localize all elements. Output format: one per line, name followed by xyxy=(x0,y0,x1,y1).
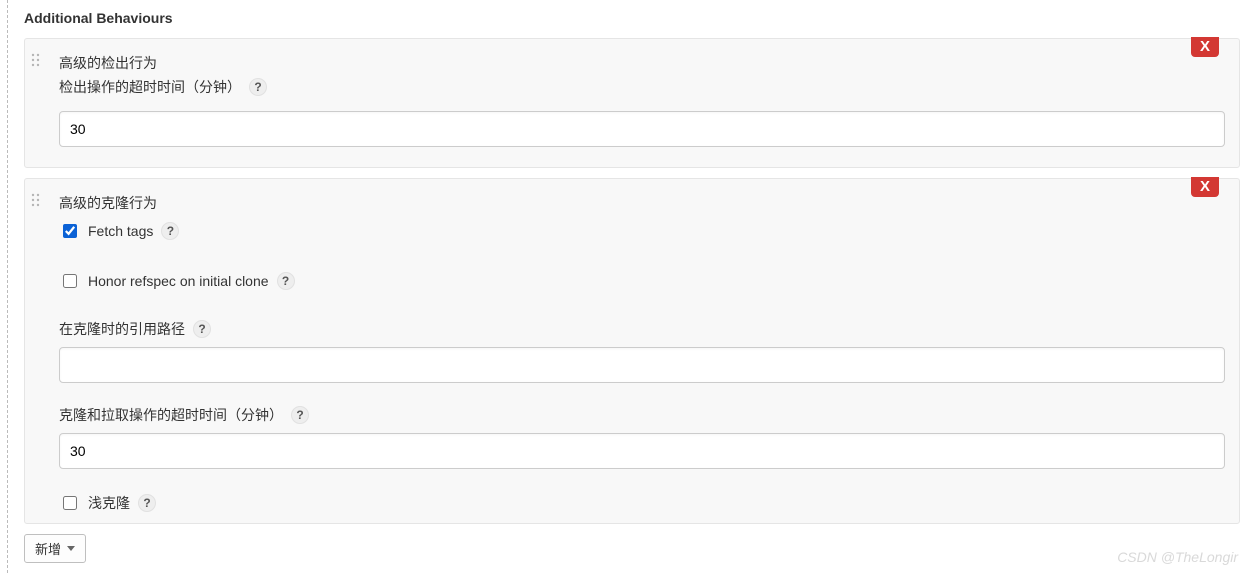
honor-refspec-checkbox[interactable] xyxy=(63,274,77,288)
help-icon[interactable]: ? xyxy=(138,494,156,512)
section-left-guideline xyxy=(7,0,8,573)
help-icon[interactable]: ? xyxy=(249,78,267,96)
behaviour-panel-clone: X 高级的克隆行为 Fetch tags ? Honor refspec on … xyxy=(24,178,1240,524)
remove-behaviour-button[interactable]: X xyxy=(1191,177,1219,197)
add-behaviour-button[interactable]: 新增 xyxy=(24,534,86,563)
behaviour-panel-checkout: X 高级的检出行为 检出操作的超时时间（分钟） ? xyxy=(24,38,1240,168)
remove-behaviour-button[interactable]: X xyxy=(1191,37,1219,57)
panel-heading-clone: 高级的克隆行为 xyxy=(59,193,1225,213)
clone-timeout-label: 克隆和拉取操作的超时时间（分钟） xyxy=(59,405,283,425)
chevron-down-icon xyxy=(67,546,75,551)
help-icon[interactable]: ? xyxy=(291,406,309,424)
drag-handle-icon[interactable] xyxy=(31,53,40,67)
refpath-input[interactable] xyxy=(59,347,1225,383)
drag-handle-icon[interactable] xyxy=(31,193,40,207)
refpath-label: 在克隆时的引用路径 xyxy=(59,319,185,339)
section-title: Additional Behaviours xyxy=(24,10,1240,26)
help-icon[interactable]: ? xyxy=(161,222,179,240)
add-button-label: 新增 xyxy=(35,539,61,558)
panel-heading-checkout: 高级的检出行为 xyxy=(59,53,1225,73)
clone-timeout-input[interactable] xyxy=(59,433,1225,469)
help-icon[interactable]: ? xyxy=(277,272,295,290)
fetch-tags-label: Fetch tags xyxy=(88,223,153,239)
checkout-timeout-input[interactable] xyxy=(59,111,1225,147)
checkout-timeout-label: 检出操作的超时时间（分钟） xyxy=(59,77,241,97)
help-icon[interactable]: ? xyxy=(193,320,211,338)
shallow-clone-checkbox[interactable] xyxy=(63,496,77,510)
fetch-tags-checkbox[interactable] xyxy=(63,224,77,238)
honor-refspec-label: Honor refspec on initial clone xyxy=(88,273,269,289)
shallow-clone-label: 浅克隆 xyxy=(88,493,130,513)
